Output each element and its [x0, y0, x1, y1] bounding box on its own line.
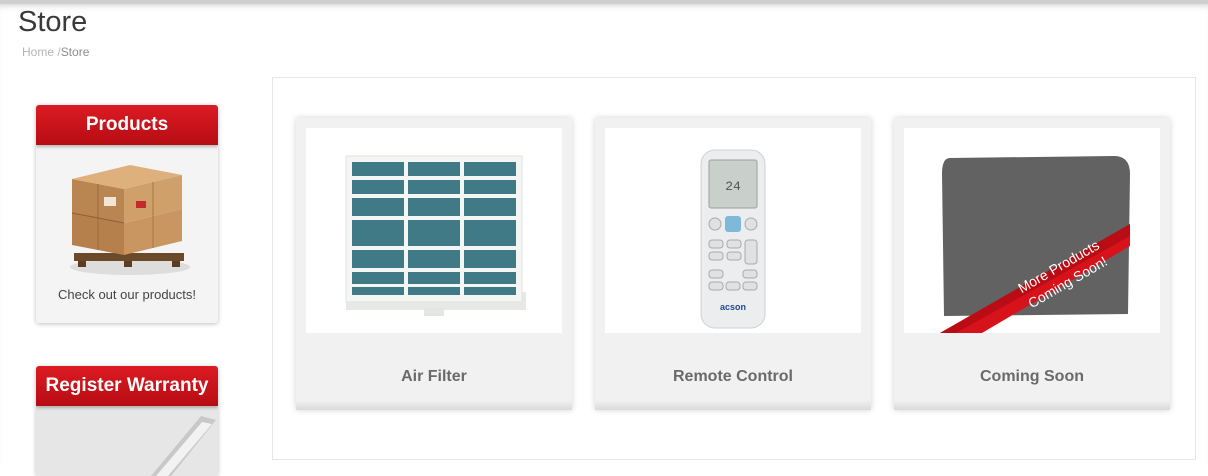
sidebar-warranty-card[interactable]: Register Warranty — [36, 366, 218, 476]
product-tile-remote-control[interactable]: 24 acson Remote Control — [595, 118, 871, 410]
breadcrumb-current: Store — [60, 45, 90, 59]
product-name[interactable]: Coming Soon — [894, 368, 1170, 386]
remote-brand-logo: acson — [720, 302, 746, 312]
tile-footer — [894, 400, 1170, 410]
coming-soon-placeholder-icon: More Products Coming Soon! — [940, 156, 1130, 333]
product-name[interactable]: Remote Control — [595, 368, 871, 386]
svg-text:24: 24 — [725, 179, 741, 194]
tile-footer — [595, 400, 871, 410]
cardboard-boxes-image — [70, 165, 190, 275]
warranty-card-title: Register Warranty — [36, 366, 218, 406]
page-title: Store — [18, 6, 88, 38]
product-tile-coming-soon[interactable]: More Products Coming Soon! Coming Soon — [894, 118, 1170, 410]
products-card-title: Products — [36, 105, 218, 145]
tile-footer — [296, 400, 572, 410]
remote-control-image: 24 acson — [605, 128, 861, 333]
breadcrumb: Home /Store — [22, 45, 89, 59]
sidebar-products-card[interactable]: Products Check out our products! — [36, 105, 218, 323]
breadcrumb-home-link[interactable]: Home — [22, 45, 54, 59]
air-filter-image — [306, 128, 562, 333]
remote-control-icon: 24 acson — [700, 149, 766, 329]
warranty-panel-image — [36, 406, 218, 476]
air-filter-icon — [345, 155, 526, 316]
coming-soon-image: More Products Coming Soon! — [904, 128, 1160, 333]
products-card-caption: Check out our products! — [57, 287, 197, 302]
product-name[interactable]: Air Filter — [296, 368, 572, 386]
product-tile-air-filter[interactable]: Air Filter — [296, 118, 572, 410]
